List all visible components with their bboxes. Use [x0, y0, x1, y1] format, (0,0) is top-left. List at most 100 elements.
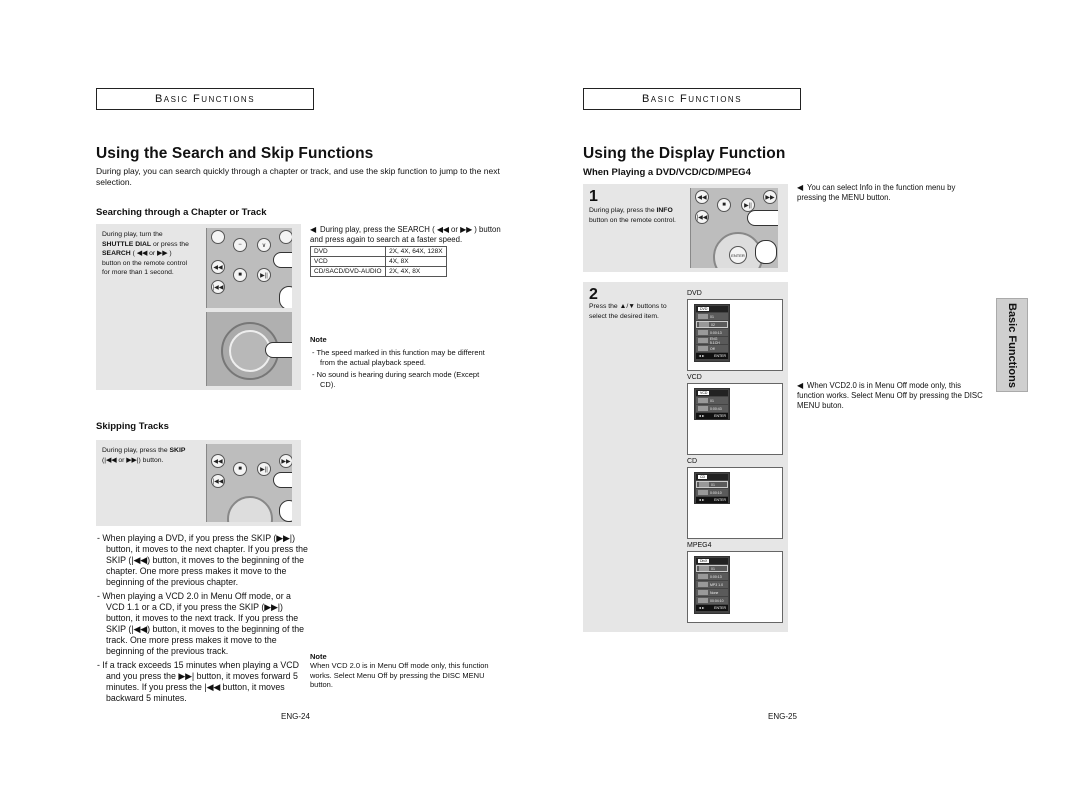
osd-row: ENG 5.1CH: [696, 337, 728, 345]
table-row: VCD 4X, 8X: [309, 256, 447, 267]
osd-title: DVD: [698, 307, 710, 311]
table-row: CD/SACD/DVD-AUDIO 2X, 4X, 8X: [309, 266, 447, 277]
mpeg4-osd-menu: DivX 01 0:00:13 MP3 1.0 None 00:04:10 ◄►…: [694, 556, 730, 614]
osd-row: MP3 1.0: [696, 581, 728, 588]
list-item: - If a track exceeds 15 minutes when pla…: [97, 660, 299, 703]
osd-title: VCD: [698, 391, 710, 395]
screen-label-dvd: DVD: [687, 290, 702, 297]
right-page-title: Using the Display Function: [583, 145, 786, 162]
vcd-osd-menu: VCD 01 0:00:43 ◄► ENTER: [694, 388, 730, 420]
finger-icon: [273, 252, 292, 268]
osd-row: 00:04:10: [696, 597, 728, 604]
skip-prev-icon: |◀◀: [211, 280, 225, 294]
remote-button: [279, 230, 292, 244]
audio-icon: [698, 338, 708, 343]
right-header-box: Basic Functions: [583, 88, 801, 110]
rewind-icon: ◀◀: [211, 454, 225, 468]
clock-icon: [698, 598, 708, 603]
arrow-left-icon: ◀: [310, 225, 317, 234]
play-pause-icon: ▶||: [257, 462, 271, 476]
time-icon: [698, 490, 708, 495]
finger-icon: [265, 342, 292, 358]
screen-label-vcd: VCD: [687, 374, 702, 381]
speed-cell: 2X, 4X, 8X: [385, 266, 447, 277]
left-header-text: Basic Functions: [154, 93, 256, 105]
step1-side-note: ◀ You can select Info in the function men…: [797, 183, 956, 202]
disc-type-cell: DVD: [309, 246, 387, 257]
skip-prev-icon: |◀◀: [211, 474, 225, 488]
step1-text: During play, press the INFO button on th…: [589, 207, 676, 224]
speed-cell: 4X, 8X: [385, 256, 447, 267]
osd-row: Off: [696, 345, 728, 352]
stop-icon: ■: [233, 268, 247, 282]
note-item: - The speed marked in this function may …: [312, 348, 485, 367]
search-panel-text: During play, turn the SHUTTLE DIAL or pr…: [102, 231, 189, 277]
search-note: Note - The speed marked in this function…: [310, 335, 490, 389]
cd-screen: CD 01 0:00:10 ◄► ENTER: [687, 467, 783, 539]
skip-prev-icon: |◀◀: [695, 210, 709, 224]
arrow-left-icon: ◀: [797, 183, 804, 192]
finger-icon: [747, 210, 778, 226]
osd-row: 0:00:13: [696, 573, 728, 580]
search-instruction: ◀ During play, press the SEARCH ( ◀◀ or ▶…: [310, 225, 501, 244]
osd-title: CD: [698, 475, 708, 479]
remote-button: ∨: [257, 238, 271, 252]
section-side-tab: Basic Functions: [996, 298, 1028, 392]
step2-side-note: ◀ When VCD2.0 is in Menu Off mode only, t…: [797, 381, 983, 410]
chapter-icon: [699, 322, 709, 327]
step1-panel: 1 During play, press the INFO button on …: [583, 184, 788, 272]
fast-forward-icon: ▶▶: [279, 454, 292, 468]
vcd-screen: VCD 01 0:00:43 ◄► ENTER: [687, 383, 783, 455]
right-header-text: Basic Functions: [641, 93, 743, 105]
step2-text: Press the ▲/▼ buttons to select the desi…: [589, 303, 667, 320]
rewind-icon: ◀◀: [211, 260, 225, 274]
table-row: DVD 2X, 4X, 64X, 128X: [309, 246, 447, 257]
subtitle-icon: [698, 346, 708, 351]
mpeg4-screen: DivX 01 0:00:13 MP3 1.0 None 00:04:10 ◄►…: [687, 551, 783, 623]
osd-row: 01: [696, 313, 728, 320]
osd-title: DivX: [698, 559, 710, 563]
track-icon: [698, 398, 708, 403]
list-item: - When playing a DVD, if you press the S…: [97, 533, 308, 587]
audio-icon: [698, 582, 708, 587]
osd-row: 01: [696, 481, 728, 488]
title-icon: [698, 314, 708, 319]
left-header-box: Basic Functions: [96, 88, 314, 110]
note-title: Note: [310, 652, 327, 661]
fast-forward-icon: ▶▶: [763, 190, 777, 204]
left-page-title: Using the Search and Skip Functions: [96, 145, 374, 162]
note-title: Note: [310, 335, 327, 344]
disc-type-cell: VCD: [309, 256, 387, 267]
remote-control-illustration: − ∨ ◀◀ ■ ▶|| |◀◀: [206, 228, 292, 308]
search-illustration-panel: During play, turn the SHUTTLE DIAL or pr…: [96, 224, 301, 390]
speed-table: DVD 2X, 4X, 64X, 128X VCD 4X, 8X CD/SACD/D…: [309, 246, 447, 277]
right-subtitle: When Playing a DVD/VCD/CD/MPEG4: [583, 167, 751, 178]
step-number: 1: [589, 188, 598, 205]
rewind-icon: ◀◀: [695, 190, 709, 204]
skip-illustration-panel: During play, press the SKIP (|◀◀ or ▶▶|) …: [96, 440, 301, 526]
track-icon: [699, 566, 709, 571]
osd-row: 0:00:43: [696, 405, 728, 412]
cd-osd-menu: CD 01 0:00:10 ◄► ENTER: [694, 472, 730, 504]
remote-control-illustration: ◀◀ ■ ▶|| ▶▶ |◀◀ ▶▶|: [206, 444, 292, 522]
osd-row: None: [696, 589, 728, 596]
subtitle-icon: [698, 590, 708, 595]
skip-panel-text: During play, press the SKIP (|◀◀ or ▶▶|) …: [102, 447, 186, 464]
dvd-screen: DVD 01 02 0:00:13 ENG 5.1CH Off ◄► ENTER: [687, 299, 783, 371]
enter-button-icon: ENTER: [729, 246, 747, 264]
step2-panel: 2 Press the ▲/▼ buttons to select the de…: [583, 282, 788, 632]
finger-icon: [279, 286, 292, 308]
finger-icon: [755, 240, 777, 264]
shuttle-dial-illustration: [206, 312, 292, 386]
time-icon: [698, 330, 708, 335]
stop-icon: ■: [717, 198, 731, 212]
osd-row: 02: [696, 321, 728, 328]
finger-icon: [279, 500, 292, 522]
note-text: When VCD 2.0 is in Menu Off mode only, t…: [310, 661, 489, 689]
disc-type-cell: CD/SACD/DVD-AUDIO: [309, 266, 387, 277]
remote-button: [211, 230, 225, 244]
skip-bullet-list: - When playing a DVD, if you press the S…: [96, 533, 308, 707]
arrow-left-icon: ◀: [797, 381, 804, 390]
screen-label-mpeg4: MPEG4: [687, 542, 712, 549]
screen-label-cd: CD: [687, 458, 698, 465]
